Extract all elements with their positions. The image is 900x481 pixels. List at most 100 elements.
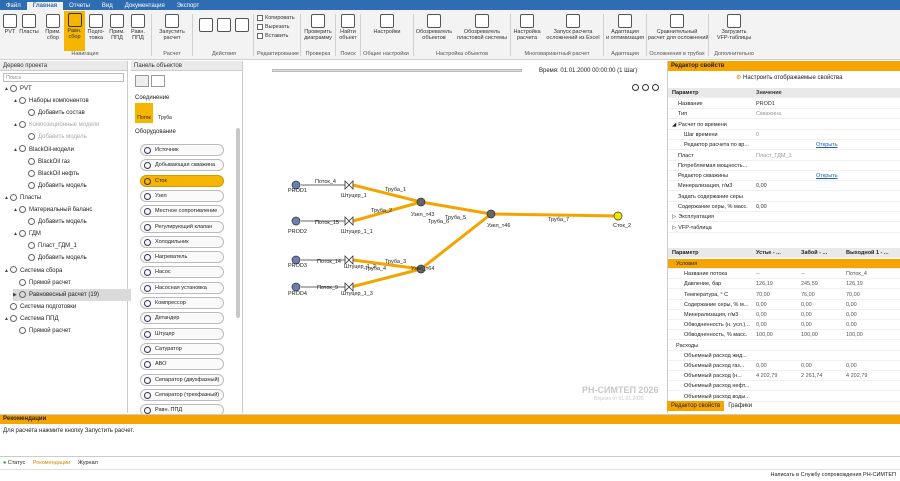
settings-button[interactable]: Настройки (367, 12, 407, 35)
property-row[interactable]: Шаг времени 0 (668, 130, 900, 140)
tree-item[interactable]: ▲ Система сбора (4, 265, 62, 277)
tree-item[interactable]: ▲ Наборы компонентов (13, 95, 89, 107)
vfp-load-button[interactable]: Загрузить VFP-таблицы (712, 12, 756, 41)
equipment-item[interactable]: Местное сопротивление (140, 205, 224, 218)
open-link[interactable]: Открыть (816, 171, 838, 181)
result-row[interactable]: Обводненность, % масс. 100,00 100,00 100,00 (668, 330, 900, 341)
menu-docs[interactable]: Документация (119, 2, 171, 10)
tab-property-editor[interactable]: Редактор свойств (667, 401, 725, 411)
tab-recommendations[interactable]: Рекомендации (33, 460, 70, 466)
calc-setup-button[interactable]: Настройка расчета (512, 12, 542, 41)
equipment-item[interactable]: Нагреватель (140, 251, 224, 264)
tree-item[interactable]: ▲ Композиционные модели (13, 119, 99, 131)
tree-item[interactable]: ▲ BlackOil-модели (13, 144, 74, 156)
flow-tool[interactable]: Поток (135, 103, 153, 123)
result-row[interactable]: Объемный расход нефт... (668, 381, 900, 392)
well-icon[interactable] (291, 216, 301, 226)
well-icon[interactable] (291, 282, 301, 292)
equipment-item[interactable]: Источник (140, 144, 224, 156)
tree-item[interactable]: Пласт_ГДМ_1 (22, 240, 77, 252)
tree-item[interactable]: Система подготовки (4, 301, 76, 313)
prim-ppd-button[interactable]: Прим. ППД (107, 12, 127, 41)
tab-status[interactable]: Статус (8, 460, 25, 466)
delete-button[interactable] (234, 16, 250, 33)
redo-button[interactable] (216, 16, 232, 33)
pipe-tool[interactable]: Труба (156, 103, 174, 123)
result-row[interactable]: Условия (668, 259, 900, 269)
choke-icon[interactable] (344, 282, 354, 292)
property-row[interactable]: Тип Скважина (668, 109, 900, 120)
plast-browser-button[interactable]: Обозреватель пластовой системы (455, 12, 509, 41)
property-row[interactable]: Содержание серы, % масс. 0,00 (668, 202, 900, 212)
adapt-button[interactable]: Адаптация и оптимизация (605, 12, 645, 41)
expand-arrow-icon[interactable]: ▷ (672, 225, 676, 231)
excel-run-button[interactable]: Запуск расчета осложнений из Excel (544, 12, 602, 41)
result-row[interactable]: Обводненность (н. усл.)... 0,00 0,00 0,00 (668, 320, 900, 331)
equipment-item[interactable]: Сепаратор (трехфазный) (140, 388, 224, 401)
result-row[interactable]: Давление, бар 126,19 245,59 126,19 (668, 279, 900, 290)
pvt-button[interactable]: PVT (3, 12, 17, 35)
grid-view-icon[interactable] (151, 75, 165, 87)
property-row[interactable]: ▷ Эксплуатация (668, 212, 900, 223)
result-row[interactable]: Объемный расход газ... 0,00 0,00 0,00 (668, 361, 900, 371)
menu-file[interactable]: Файл (0, 2, 27, 10)
tree-item[interactable]: BlackOil газ (22, 156, 70, 168)
undo-button[interactable] (198, 16, 214, 33)
objects-scrollbar[interactable] (236, 128, 240, 318)
property-row[interactable]: Редактор расчета по вр... Открыть (668, 140, 900, 151)
tree-item[interactable]: Прямой расчет (13, 325, 71, 337)
property-row[interactable]: Задать содержание серы (668, 192, 900, 202)
choke-icon[interactable] (344, 180, 354, 190)
search-input[interactable]: Поиск (3, 73, 124, 82)
equipment-item[interactable]: АВО (140, 358, 224, 371)
ravn-sbor-button[interactable]: Равн. сбор (64, 11, 85, 51)
menu-home[interactable]: Главная (26, 2, 64, 10)
tree-item[interactable]: ▲ Материальный баланс (13, 204, 92, 216)
property-row[interactable]: Название PROD1 (668, 99, 900, 109)
equipment-item[interactable]: Добывающая скважина (140, 159, 224, 172)
property-row[interactable]: ▷ VFP-таблица (668, 223, 900, 233)
object-browser-button[interactable]: Обозреватель объектов (415, 12, 453, 41)
menu-export[interactable]: Экспорт (171, 2, 206, 10)
equipment-item[interactable]: Детандер (140, 312, 224, 325)
tree-item[interactable]: ▲ PVT (4, 83, 32, 95)
equipment-item[interactable]: Холодильник (140, 235, 224, 248)
tree-item[interactable]: ▲ Система ППД (4, 313, 59, 325)
equipment-item[interactable]: Сепаратор (двухфазный) (140, 373, 224, 386)
menu-reports[interactable]: Отчеты (63, 2, 96, 10)
pipe-truba7[interactable] (490, 212, 619, 218)
equipment-item[interactable]: Штуцер (140, 327, 224, 340)
tab-journal[interactable]: Журнал (78, 460, 98, 466)
expand-arrow-icon[interactable]: ◢ (672, 122, 676, 128)
support-link[interactable]: Написать в Службу сопровождения РН-СИМТЕ… (770, 470, 896, 481)
menu-view[interactable]: Вид (96, 2, 119, 10)
configure-props-link[interactable]: ⚙ Настроить отображаемые свойства (736, 74, 843, 81)
equipment-item[interactable]: Компрессор (140, 297, 224, 309)
property-row[interactable]: Редактор скважины Открыть (668, 171, 900, 182)
prim-sbor-button[interactable]: Прим. сбор (43, 12, 63, 41)
run-calc-button[interactable]: Запустить расчет (155, 12, 189, 41)
node-icon[interactable] (486, 209, 496, 219)
copy-button[interactable]: Копировать (257, 14, 295, 22)
expand-arrow-icon[interactable]: ▲ (4, 265, 10, 277)
node-icon[interactable] (416, 197, 426, 207)
cut-button[interactable]: Вырезать (257, 23, 289, 31)
equipment-item[interactable]: Сатуратор (140, 342, 224, 355)
choke-icon[interactable] (344, 216, 354, 226)
property-row[interactable]: ◢ Расчет по времени (668, 120, 900, 130)
tree-item[interactable]: Добавить модель (22, 180, 87, 192)
result-row[interactable]: Содержание серы, % м... 0,00 0,00 0,00 (668, 300, 900, 310)
ravn-ppd-button[interactable]: Равн. ППД (128, 12, 148, 41)
result-row[interactable]: Объемный расход жид... (668, 351, 900, 361)
property-row[interactable]: Потребляемая мощность... (668, 161, 900, 171)
expand-arrow-icon[interactable]: ▷ (672, 214, 676, 220)
list-view-icon[interactable] (135, 75, 149, 87)
sink-icon[interactable] (613, 211, 623, 221)
result-row[interactable]: Объемный расход (н... 4 202,79 2 261,74 4 2… (668, 371, 900, 382)
tree-item[interactable]: ▲ ГДМ (13, 228, 41, 240)
choke-icon[interactable] (344, 255, 354, 265)
compare-button[interactable]: Сравнительный расчет для осложнений (648, 12, 709, 41)
property-row[interactable]: Минерализация, г/м3 0,00 (668, 181, 900, 192)
result-row[interactable]: Температура, ° С 70,00 76,00 70,00 (668, 290, 900, 300)
open-link[interactable]: Открыть (816, 140, 838, 150)
